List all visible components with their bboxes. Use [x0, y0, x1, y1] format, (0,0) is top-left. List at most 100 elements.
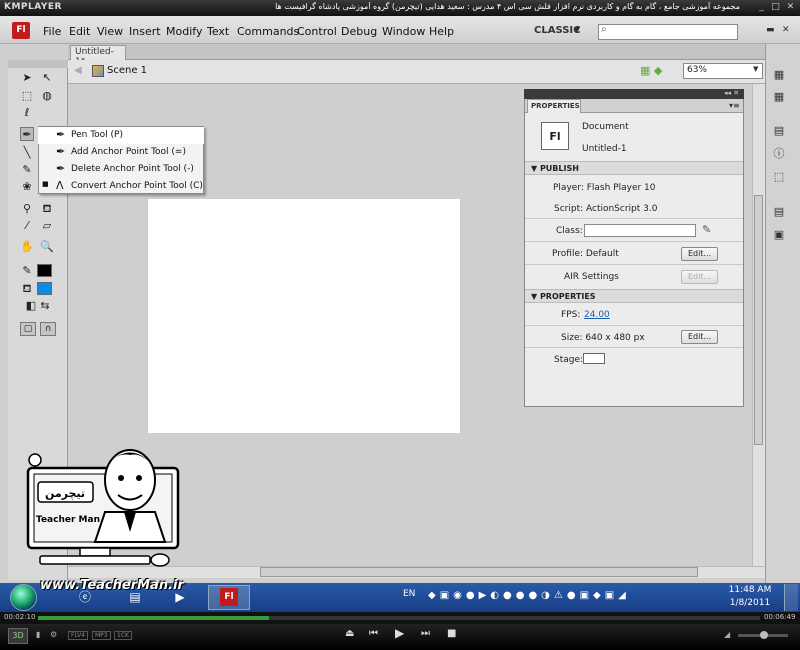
volume-icon[interactable]: ◢	[724, 630, 730, 639]
flash-logo: Fl	[12, 22, 30, 39]
tools-panel-header[interactable]	[8, 60, 68, 68]
fill-color-swatch[interactable]	[37, 282, 52, 295]
close-icon[interactable]: ✕	[785, 2, 796, 13]
subselection-tool-icon[interactable]: ↖	[40, 71, 54, 85]
hand-tool-icon[interactable]: ✋	[20, 240, 34, 254]
menu-file[interactable]: File	[43, 25, 61, 38]
codec-badge: MP3	[92, 631, 111, 640]
info-panel-icon[interactable]: ⓘ	[772, 147, 786, 161]
pencil-tool-icon[interactable]: ✎	[20, 163, 34, 177]
zoom-tool-icon[interactable]: 🔍	[40, 240, 54, 254]
collapse-icon: ▼	[531, 292, 540, 301]
help-search-input[interactable]	[598, 24, 738, 40]
object-drawing-icon[interactable]: ▢	[20, 322, 36, 336]
chevron-down-icon[interactable]: ▼	[574, 25, 580, 34]
volume-knob[interactable]	[760, 631, 768, 639]
align-panel-icon[interactable]: ▤	[772, 124, 786, 138]
playlist-icon[interactable]: ▮	[36, 630, 40, 639]
stop-icon[interactable]: ■	[447, 628, 456, 639]
color-panel-icon[interactable]: ▦	[772, 68, 786, 82]
lasso-tool-icon[interactable]: ℓ	[20, 106, 34, 120]
collapse-panel-icon[interactable]: ◂◂ ✕	[724, 89, 739, 97]
stage-color-swatch[interactable]	[583, 353, 605, 364]
stroke-color-swatch[interactable]	[37, 264, 52, 277]
horizontal-scroll-thumb[interactable]	[260, 567, 698, 577]
menu-insert[interactable]: Insert	[129, 25, 161, 38]
publish-section-header[interactable]: ▼ PUBLISH	[525, 161, 743, 175]
menu-window[interactable]: Window	[382, 25, 425, 38]
player-label: Player: Flash Player 10	[553, 183, 656, 193]
back-arrow-icon[interactable]: ◀	[74, 65, 82, 76]
3d-rotation-tool-icon[interactable]: ◍	[40, 89, 54, 103]
play-icon[interactable]: ▶	[395, 626, 404, 640]
air-edit-button[interactable]: Edit...	[681, 270, 718, 284]
library-panel-icon[interactable]: ▣	[772, 228, 786, 242]
app-minimize-icon[interactable]: ▬	[766, 25, 775, 35]
3d-button[interactable]: 3D	[8, 628, 28, 644]
maximize-icon[interactable]: □	[770, 2, 781, 13]
menu-commands[interactable]: Commands	[237, 25, 299, 38]
menu-control[interactable]: Control	[297, 25, 337, 38]
paint-bucket-tool-icon[interactable]: ⛾	[40, 202, 54, 216]
flyout-item-convert-anchor[interactable]: ■ ᐱ Convert Anchor Point Tool (C)	[38, 178, 204, 195]
zoom-select[interactable]: 63%	[683, 63, 763, 79]
settings-gear-icon[interactable]: ⚙	[50, 630, 57, 639]
system-tray-icons[interactable]: ◆▣◉●▶◐●●●◑⚠●▣◆▣◢	[428, 590, 630, 601]
components-panel-icon[interactable]: ▤	[772, 205, 786, 219]
line-tool-icon[interactable]: ╲	[20, 146, 34, 160]
clock-date[interactable]: 1/8/2011	[726, 598, 774, 608]
eject-icon[interactable]: ⏏	[345, 628, 354, 639]
clock-time[interactable]: 11:48 AM	[726, 585, 774, 595]
swap-colors-icon[interactable]: ⇆	[38, 299, 52, 313]
scene-label[interactable]: Scene 1	[107, 65, 147, 76]
fps-value[interactable]: 24.00	[584, 310, 610, 320]
menu-help[interactable]: Help	[429, 25, 454, 38]
minimize-icon[interactable]: _	[756, 2, 767, 13]
language-indicator[interactable]: EN	[403, 589, 415, 599]
menu-view[interactable]: View	[97, 25, 123, 38]
divider	[525, 347, 743, 348]
edit-symbols-icon[interactable]: ▦ ◆	[640, 64, 662, 77]
profile-edit-button[interactable]: Edit...	[681, 247, 718, 261]
previous-icon[interactable]: ⏮	[369, 628, 378, 639]
show-desktop-button[interactable]	[784, 584, 798, 611]
menu-debug[interactable]: Debug	[341, 25, 377, 38]
air-settings-label: AIR Settings	[564, 272, 619, 282]
menu-edit[interactable]: Edit	[69, 25, 90, 38]
bone-tool-icon[interactable]: ⚲	[20, 202, 34, 216]
total-time: 00:06:49	[764, 613, 796, 621]
zoom-chevron-down-icon[interactable]: ▼	[753, 65, 758, 73]
app-close-icon[interactable]: ✕	[782, 25, 790, 35]
next-icon[interactable]: ⏭	[421, 628, 430, 639]
flyout-item-add-anchor[interactable]: ✒ Add Anchor Point Tool (=)	[38, 144, 204, 161]
transform-panel-icon[interactable]: ⬚	[772, 170, 786, 184]
flyout-item-delete-anchor[interactable]: ✒ Delete Anchor Point Tool (-)	[38, 161, 204, 178]
eraser-tool-icon[interactable]: ▱	[40, 219, 54, 233]
selection-tool-icon[interactable]: ➤	[20, 71, 34, 85]
divider	[525, 325, 743, 326]
vertical-scroll-thumb[interactable]	[754, 195, 763, 445]
snap-to-objects-icon[interactable]: ∩	[40, 322, 56, 336]
swatches-panel-icon[interactable]: ▦	[772, 90, 786, 104]
stage[interactable]	[148, 199, 460, 433]
flyout-item-label: Convert Anchor Point Tool (C)	[71, 181, 203, 191]
properties-section-header[interactable]: ▼ PROPERTIES	[525, 289, 743, 303]
panel-menu-icon[interactable]: ▾≡	[729, 101, 740, 110]
black-white-icon[interactable]: ◧	[24, 299, 38, 313]
free-transform-tool-icon[interactable]: ⬚	[20, 89, 34, 103]
menu-modify[interactable]: Modify	[166, 25, 202, 38]
edit-class-pencil-icon[interactable]: ✎	[702, 223, 711, 236]
class-input[interactable]	[584, 224, 696, 237]
class-label: Class:	[556, 226, 583, 236]
menu-text[interactable]: Text	[207, 25, 229, 38]
properties-panel-header[interactable]	[524, 89, 744, 99]
deco-tool-icon[interactable]: ❀	[20, 180, 34, 194]
eyedropper-tool-icon[interactable]: ⁄	[20, 219, 34, 233]
divider	[525, 241, 743, 242]
document-tab[interactable]: Untitled-1*	[70, 45, 126, 67]
flyout-item-pen[interactable]: ✒ Pen Tool (P)	[38, 127, 204, 144]
pen-tool-icon[interactable]: ✒	[20, 127, 34, 141]
size-edit-button[interactable]: Edit...	[681, 330, 718, 344]
properties-tab[interactable]: PROPERTIES	[527, 99, 581, 113]
kmplayer-logo[interactable]: KMPLAYER	[4, 2, 62, 12]
